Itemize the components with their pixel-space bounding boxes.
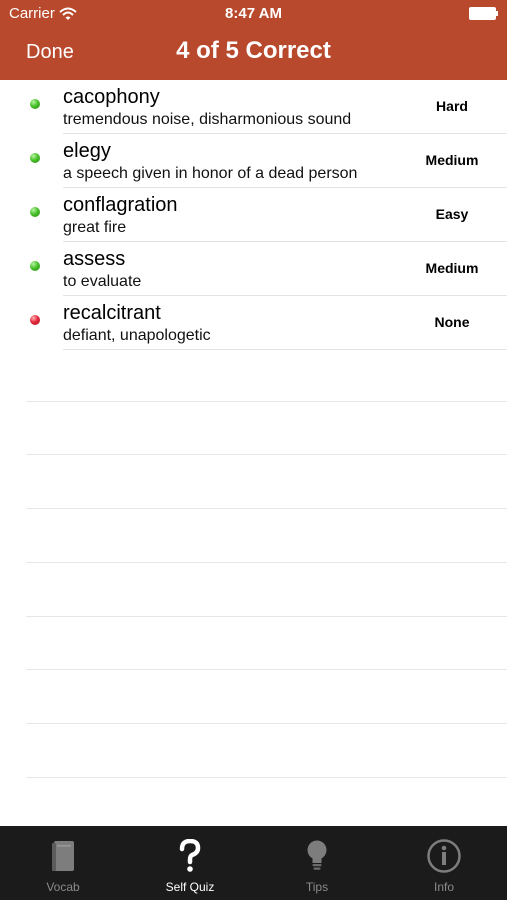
correct-status-icon	[30, 261, 40, 271]
book-icon	[52, 841, 74, 871]
tab-self-quiz[interactable]: Self Quiz	[127, 826, 253, 900]
empty-row-divider	[26, 777, 507, 778]
info-icon	[427, 839, 461, 873]
word-definition: a speech given in honor of a dead person	[63, 165, 358, 182]
empty-row-divider	[26, 454, 507, 455]
list-item[interactable]: conflagration great fire Easy	[0, 188, 507, 242]
correct-status-icon	[30, 99, 40, 109]
tab-label: Tips	[305, 880, 329, 894]
clock: 8:47 AM	[225, 5, 282, 22]
empty-row-divider	[26, 723, 507, 724]
vocab-word: elegy	[63, 140, 111, 162]
list-item[interactable]: elegy a speech given in honor of a dead …	[0, 134, 507, 188]
header: Carrier 8:47 AM Done 4 of 5 Correct	[0, 0, 507, 80]
word-definition: tremendous noise, disharmonious sound	[63, 111, 352, 128]
empty-row-divider	[26, 616, 507, 617]
question-mark-icon	[179, 839, 201, 872]
list-item[interactable]: cacophony tremendous noise, disharmoniou…	[0, 80, 507, 134]
tab-bar: Vocab Self Quiz Tips Info	[0, 826, 507, 900]
incorrect-status-icon	[30, 315, 40, 325]
vocab-word: assess	[63, 248, 126, 270]
tab-label: Info	[433, 880, 454, 894]
row-divider	[63, 349, 507, 350]
tab-label: Self Quiz	[165, 880, 215, 894]
lightbulb-icon	[307, 840, 327, 870]
word-definition: to evaluate	[63, 273, 142, 290]
tab-label: Vocab	[46, 880, 80, 894]
tab-info[interactable]: Info	[381, 826, 507, 900]
difficulty-label: Medium	[425, 260, 479, 276]
list-item[interactable]: assess to evaluate Medium	[0, 242, 507, 296]
correct-status-icon	[30, 153, 40, 163]
difficulty-label: None	[434, 314, 470, 330]
page-title: 4 of 5 Correct	[176, 37, 331, 64]
difficulty-label: Easy	[435, 206, 469, 222]
empty-row-divider	[26, 401, 507, 402]
screen: Carrier 8:47 AM Done 4 of 5 Correct caco…	[0, 0, 507, 900]
tab-tips[interactable]: Tips	[254, 826, 380, 900]
word-definition: defiant, unapologetic	[63, 327, 211, 344]
difficulty-label: Medium	[425, 152, 479, 168]
nav-bar: Done 4 of 5 Correct	[0, 28, 507, 80]
correct-status-icon	[30, 207, 40, 217]
list-item[interactable]: recalcitrant defiant, unapologetic None	[0, 296, 507, 350]
tab-vocab[interactable]: Vocab	[0, 826, 126, 900]
empty-row-divider	[26, 508, 507, 509]
vocab-word: recalcitrant	[63, 302, 161, 324]
status-bar: Carrier 8:47 AM	[0, 0, 507, 28]
difficulty-label: Hard	[436, 98, 468, 114]
word-definition: great fire	[63, 219, 127, 236]
battery-icon	[469, 7, 499, 20]
vocab-word: cacophony	[63, 86, 160, 108]
vocab-word: conflagration	[63, 194, 178, 216]
empty-row-divider	[26, 669, 507, 670]
empty-row-divider	[26, 562, 507, 563]
results-list: cacophony tremendous noise, disharmoniou…	[0, 80, 507, 826]
